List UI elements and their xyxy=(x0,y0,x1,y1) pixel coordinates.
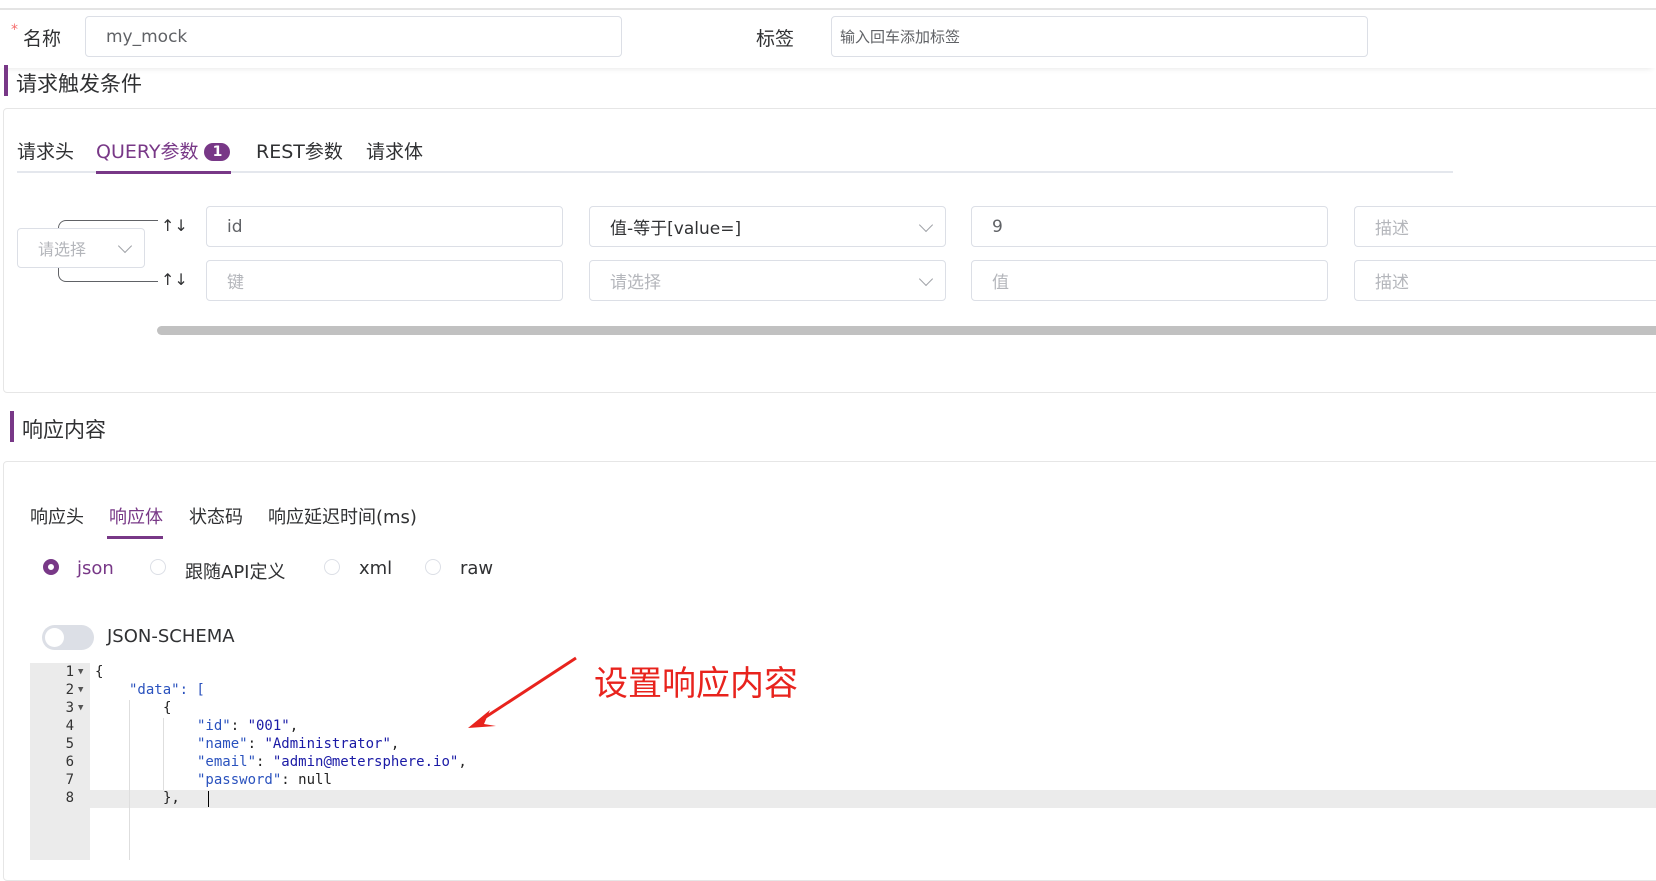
name-input-value: my_mock xyxy=(106,26,188,47)
json-key: "name" xyxy=(197,736,248,752)
line-number: 2 xyxy=(65,682,74,698)
code-editor[interactable]: 1 ▼ { 2 ▼ "data": [ 3 ▼ { 4 "id": "001",… xyxy=(30,664,1650,808)
line-number: 8 xyxy=(65,790,74,806)
radio-follow-api[interactable] xyxy=(150,559,166,575)
param-key-input[interactable]: 键 xyxy=(206,260,563,301)
param-desc-placeholder: 描述 xyxy=(1375,219,1409,239)
tabs-underline xyxy=(17,171,1453,173)
active-tab-indicator xyxy=(96,171,231,174)
line-number: 7 xyxy=(65,772,74,788)
logic-select-placeholder: 请选择 xyxy=(38,240,87,259)
json-punct: , xyxy=(390,736,400,752)
text-cursor xyxy=(208,791,209,807)
fold-toggle-icon[interactable]: ▼ xyxy=(78,685,83,695)
row-sort-arrows[interactable]: ↑↓ xyxy=(161,216,188,235)
json-value: "admin@metersphere.io" xyxy=(272,754,459,770)
code-text: { xyxy=(95,664,104,680)
tab-request-body[interactable]: 请求体 xyxy=(366,137,423,164)
radio-raw[interactable] xyxy=(425,559,441,575)
trigger-section-bar xyxy=(4,65,8,96)
param-value-placeholder: 值 xyxy=(992,273,1009,293)
code-line: 8 }, xyxy=(30,790,1650,808)
json-key: "password" xyxy=(197,772,282,788)
code-line: 2 ▼ "data": [ xyxy=(30,682,1650,700)
line-number: 6 xyxy=(65,754,74,770)
tab-response-delay[interactable]: 响应延迟时间(ms) xyxy=(268,503,417,529)
param-key-value: id xyxy=(227,216,243,237)
horizontal-scrollbar[interactable] xyxy=(157,326,1656,335)
code-line: 1 ▼ { xyxy=(30,664,1650,682)
code-text: { xyxy=(163,700,172,716)
json-value: "Administrator" xyxy=(264,736,391,752)
json-key: "id" xyxy=(197,718,231,734)
code-text: "data": [ xyxy=(129,682,205,698)
tab-query-params[interactable]: QUERY参数 1 xyxy=(96,137,231,164)
tag-label: 标签 xyxy=(756,28,795,50)
tag-input[interactable]: 输入回车添加标签 xyxy=(831,16,1368,57)
chevron-down-icon xyxy=(117,238,133,254)
active-tab-indicator xyxy=(107,536,163,539)
tab-response-body[interactable]: 响应体 xyxy=(109,503,163,529)
radio-xml-label[interactable]: xml xyxy=(359,558,392,579)
line-number: 5 xyxy=(65,736,74,752)
tab-status-code[interactable]: 状态码 xyxy=(189,503,243,529)
tab-response-headers[interactable]: 响应头 xyxy=(30,503,84,529)
param-key-input[interactable]: id xyxy=(206,206,563,247)
required-star: * xyxy=(11,22,18,38)
chevron-down-icon xyxy=(918,217,934,232)
condition-select-value: 值-等于[value=] xyxy=(610,219,742,239)
json-punct: , xyxy=(289,718,299,734)
code-line: 7 "password": null xyxy=(30,772,1650,790)
line-number: 1 xyxy=(65,664,74,680)
param-desc-placeholder: 描述 xyxy=(1375,273,1409,293)
trigger-panel xyxy=(3,108,1656,393)
radio-xml[interactable] xyxy=(324,559,340,575)
fold-toggle-icon[interactable]: ▼ xyxy=(78,703,83,713)
param-desc-input[interactable]: 描述 xyxy=(1354,260,1656,301)
tag-input-placeholder: 输入回车添加标签 xyxy=(840,28,961,46)
code-line: 5 "name": "Administrator", xyxy=(30,736,1650,754)
code-text: }, xyxy=(163,790,180,806)
response-section-title: 响应内容 xyxy=(22,418,106,442)
code-line: 4 "id": "001", xyxy=(30,718,1650,736)
json-schema-toggle[interactable] xyxy=(42,625,94,650)
radio-json-label[interactable]: json xyxy=(77,558,114,579)
trigger-section-title: 请求触发条件 xyxy=(16,72,142,96)
chevron-down-icon xyxy=(918,271,934,286)
json-key: "email" xyxy=(197,754,257,770)
json-value: "001" xyxy=(247,718,290,734)
annotation-text: 设置响应内容 xyxy=(594,664,798,704)
json-value: null xyxy=(298,772,332,788)
radio-json[interactable] xyxy=(43,559,59,575)
radio-follow-api-label[interactable]: 跟随API定义 xyxy=(185,558,285,584)
radio-raw-label[interactable]: raw xyxy=(460,558,493,579)
param-value-value: 9 xyxy=(992,216,1003,237)
param-value-input[interactable]: 9 xyxy=(971,206,1328,247)
param-desc-input[interactable]: 描述 xyxy=(1354,206,1656,247)
logic-select[interactable]: 请选择 xyxy=(17,228,145,268)
name-label: 名称 xyxy=(23,28,62,50)
tab-rest-params[interactable]: REST参数 xyxy=(256,137,343,164)
name-input[interactable]: my_mock xyxy=(85,16,622,57)
condition-select[interactable]: 值-等于[value=] xyxy=(589,206,946,247)
json-punct: , xyxy=(458,754,467,770)
code-line: 6 "email": "admin@metersphere.io", xyxy=(30,754,1650,772)
code-line: 3 ▼ { xyxy=(30,700,1650,718)
fold-toggle-icon[interactable]: ▼ xyxy=(78,667,83,677)
json-schema-label: JSON-SCHEMA xyxy=(107,626,235,647)
param-key-placeholder: 键 xyxy=(227,273,244,293)
condition-select[interactable]: 请选择 xyxy=(589,260,946,301)
row-sort-arrows[interactable]: ↑↓ xyxy=(161,270,188,289)
param-value-input[interactable]: 值 xyxy=(971,260,1328,301)
line-number: 4 xyxy=(65,718,74,734)
tab-query-params-label: QUERY参数 xyxy=(96,141,199,163)
condition-select-placeholder: 请选择 xyxy=(610,273,661,293)
line-number: 3 xyxy=(65,700,74,716)
annotation-arrow-icon xyxy=(468,656,577,728)
response-section-bar xyxy=(10,411,14,442)
toggle-knob xyxy=(45,628,64,647)
query-count-badge: 1 xyxy=(204,143,231,161)
tab-request-headers[interactable]: 请求头 xyxy=(17,137,74,164)
